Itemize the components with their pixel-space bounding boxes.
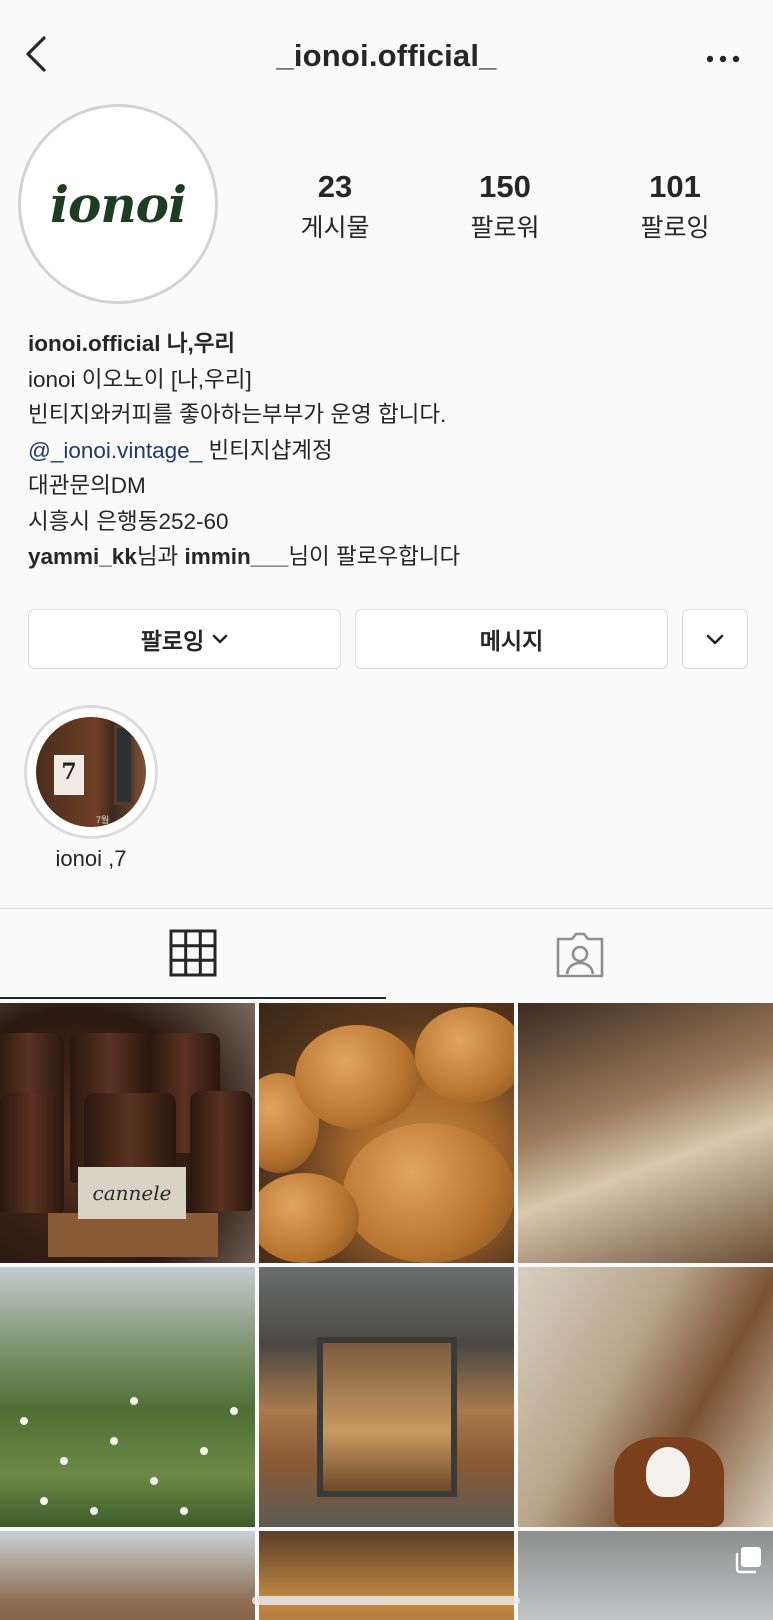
following-button[interactable]: 팔로잉 [28, 609, 341, 669]
stat-posts-label: 게시물 [300, 214, 370, 243]
stat-posts[interactable]: 23 게시물 [250, 169, 420, 244]
stat-following[interactable]: 101 팔로잉 [590, 169, 760, 244]
tab-posts-grid[interactable] [0, 909, 386, 999]
bun-shape [259, 1173, 359, 1263]
followed-by[interactable]: yammi_kk님과 immin___님이 팔로우합니다 [28, 539, 758, 575]
post-thumbnail[interactable] [0, 1531, 255, 1620]
followed-by-text: 님이 팔로우합니다 [288, 544, 461, 569]
post-thumbnail[interactable] [259, 1531, 514, 1620]
profile-bio: ionoi.official 나,우리 ionoi 이오노이 [나,우리] 빈티… [28, 326, 758, 575]
bun-shape [343, 1123, 514, 1263]
flower-dot [200, 1447, 208, 1455]
more-horizontal-icon[interactable] [703, 44, 743, 74]
profile-header: _ionoi.official_ [0, 0, 773, 110]
cafe-entrance [317, 1337, 457, 1497]
stat-posts-value: 23 [317, 169, 353, 204]
flower-dot [60, 1457, 68, 1465]
wood-plank [48, 1213, 218, 1257]
post-card-text: cannele [78, 1167, 186, 1219]
followed-by-user: immin___ [184, 544, 289, 569]
message-button[interactable]: 메시지 [355, 609, 668, 669]
bio-link-suffix: 빈티지샵계정 [202, 437, 333, 463]
tab-tagged[interactable] [387, 909, 773, 999]
stat-following-value: 101 [649, 169, 701, 204]
followed-by-user: yammi_kk [28, 544, 137, 569]
story-highlight[interactable]: 7 7월 [24, 705, 158, 839]
suggestions-dropdown-button[interactable] [682, 609, 748, 669]
chevron-down-icon [706, 634, 724, 645]
bio-link-line: @_ionoi.vintage_ 빈티지샵계정 [28, 433, 758, 469]
highlight-door [114, 725, 134, 805]
flower-dot [20, 1417, 28, 1425]
followed-by-text: 님과 [136, 544, 185, 569]
stat-followers-label: 팔로워 [470, 214, 540, 243]
post-thumbnail[interactable] [259, 1267, 514, 1527]
post-thumbnail[interactable] [0, 1267, 255, 1527]
stat-followers-value: 150 [479, 169, 531, 204]
post-thumbnail[interactable]: cannele [0, 1003, 255, 1263]
stat-following-label: 팔로잉 [640, 214, 710, 243]
bio-line: 빈티지와커피를 좋아하는부부가 운영 합니다. [28, 402, 447, 427]
dog-shape [646, 1447, 690, 1497]
cannele-shape [0, 1093, 64, 1213]
flower-dot [180, 1507, 188, 1515]
bio-line: 시흥시 은행동252-60 [28, 508, 229, 534]
flower-dot [150, 1477, 158, 1485]
post-thumbnail[interactable] [518, 1003, 773, 1263]
post-thumbnail[interactable] [518, 1267, 773, 1527]
flower-dot [40, 1497, 48, 1505]
multiple-posts-icon [735, 1547, 761, 1574]
highlight-calendar-month: 7월 [96, 815, 110, 825]
grid-icon [169, 929, 217, 977]
flower-dot [130, 1397, 138, 1405]
flower-dot [90, 1507, 98, 1515]
highlight-label[interactable]: ionoi ,7 [20, 846, 162, 872]
flower-dot [110, 1437, 118, 1445]
bio-line: ionoi 이오노이 [나,우리] [28, 366, 252, 392]
bun-shape [295, 1025, 419, 1129]
home-indicator[interactable] [252, 1596, 520, 1605]
tagged-person-icon [556, 932, 604, 978]
bio-mention-link[interactable]: @_ionoi.vintage_ [28, 438, 202, 463]
username-title: _ionoi.official_ [276, 38, 497, 73]
bun-shape [415, 1007, 514, 1103]
highlight-calendar: 7 [54, 755, 84, 795]
flower-dot [230, 1407, 238, 1415]
chevron-down-icon [212, 634, 228, 644]
bio-name: ionoi.official 나,우리 [28, 331, 236, 356]
profile-stats: 23 게시물 150 팔로워 101 팔로잉 [250, 169, 760, 244]
post-thumbnail[interactable] [259, 1003, 514, 1263]
cannele-shape [190, 1091, 252, 1211]
bio-line: 대관문의DM [28, 473, 146, 498]
message-button-label: 메시지 [479, 628, 544, 654]
post-thumbnail[interactable] [518, 1531, 773, 1620]
following-button-label: 팔로잉 [140, 628, 205, 654]
highlight-cover-image: 7 7월 [36, 717, 146, 827]
stat-followers[interactable]: 150 팔로워 [420, 169, 590, 244]
avatar[interactable]: ionoi [18, 104, 218, 304]
post-grid: cannele [0, 1003, 773, 1620]
logo-text: ionoi [49, 174, 187, 234]
avatar-logo: ionoi [31, 117, 205, 291]
